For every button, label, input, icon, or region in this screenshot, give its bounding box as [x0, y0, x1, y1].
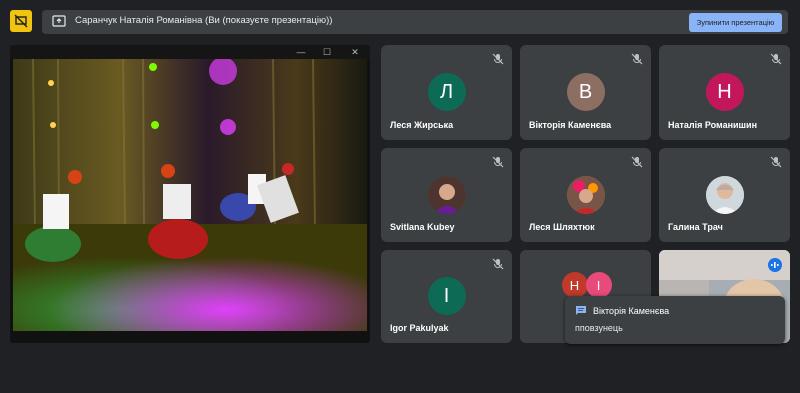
mic-off-icon [631, 53, 643, 65]
mic-off-icon [492, 156, 504, 168]
participant-name: Леся Жирська [390, 120, 454, 130]
chat-notification[interactable]: Вікторія Каменєва пповзунець [565, 296, 785, 344]
participant-tile[interactable]: Н Наталія Романишин [659, 45, 790, 140]
present-off-icon [14, 14, 28, 28]
participant-name: Svitlana Kubey [390, 222, 455, 232]
activities-icon[interactable] [10, 10, 32, 32]
maximize-icon[interactable]: ☐ [320, 46, 334, 58]
mic-off-icon [492, 258, 504, 270]
minimize-icon[interactable]: — [294, 46, 308, 58]
chat-message: пповзунець [575, 323, 623, 333]
presenting-label: Саранчук Наталія Романівна (Ви (показуєт… [75, 15, 333, 26]
participant-name: Леся Шляхтюк [529, 222, 595, 232]
avatar-photo [427, 176, 466, 214]
avatar: В [566, 73, 605, 111]
participant-tile[interactable]: Л Леся Жирська [381, 45, 512, 140]
chat-icon [576, 306, 586, 315]
participant-name: Igor Pakulyak [390, 323, 449, 333]
avatar-photo [566, 176, 605, 214]
participant-name: Наталія Романишин [668, 120, 758, 130]
participant-tile[interactable]: Svitlana Kubey [381, 148, 512, 242]
chat-sender: Вікторія Каменєва [593, 306, 670, 316]
shared-screen: — ☐ ✕ [10, 45, 370, 343]
participant-name: Вікторія Каменєва [529, 120, 612, 130]
avatar-photo [705, 176, 744, 214]
present-screen-icon [52, 15, 66, 27]
presenting-bar: Саранчук Наталія Романівна (Ви (показуєт… [42, 10, 788, 34]
dance-video-frame [13, 59, 367, 331]
participant-tile[interactable]: В Вікторія Каменєва [520, 45, 651, 140]
participant-name: Галина Трач [668, 222, 723, 232]
avatar: Н [561, 272, 588, 298]
participant-tile[interactable]: Галина Трач [659, 148, 790, 242]
mic-off-icon [631, 156, 643, 168]
avatar: І [585, 272, 612, 298]
participant-tile[interactable]: І Igor Pakulyak [381, 250, 512, 343]
window-titlebar: — ☐ ✕ [10, 45, 370, 59]
close-icon[interactable]: ✕ [348, 46, 362, 58]
avatar: Н [705, 73, 744, 111]
participant-tile[interactable]: Леся Шляхтюк [520, 148, 651, 242]
avatar: І [427, 277, 466, 315]
stop-presenting-button[interactable]: Зупинити презентацію [689, 13, 782, 32]
mic-off-icon [492, 53, 504, 65]
mic-off-icon [770, 156, 782, 168]
mic-off-icon [770, 53, 782, 65]
speaking-indicator-icon [768, 258, 782, 272]
avatar: Л [427, 73, 466, 111]
